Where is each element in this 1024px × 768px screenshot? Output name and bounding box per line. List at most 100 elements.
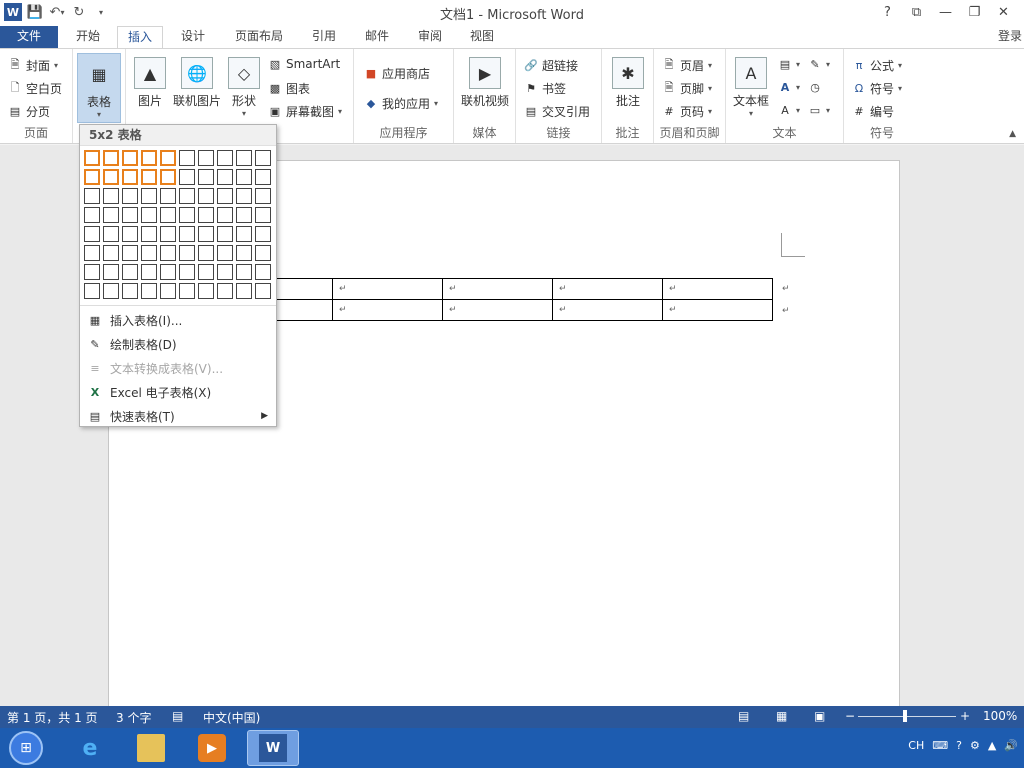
grid-cell[interactable] (84, 245, 100, 261)
table-button[interactable]: ▦ 表格 ▾ (77, 53, 121, 123)
grid-cell[interactable] (255, 169, 271, 185)
page-count[interactable]: 第 1 页，共 1 页 (7, 709, 98, 726)
grid-cell[interactable] (217, 264, 233, 280)
grid-cell[interactable] (179, 169, 195, 185)
blank-page-button[interactable]: 🗋 空白页 (8, 80, 62, 97)
tab-design[interactable]: 设计 (170, 26, 216, 48)
shapes-button[interactable]: ◇ 形状 ▾ (226, 57, 262, 118)
textbox-button[interactable]: A 文本框 ▾ (730, 57, 772, 118)
grid-cell[interactable] (160, 188, 176, 204)
grid-cell[interactable] (141, 207, 157, 223)
grid-cell[interactable] (103, 169, 119, 185)
grid-cell[interactable] (103, 283, 119, 299)
zoom-out-icon[interactable]: − (845, 709, 855, 723)
pictures-button[interactable]: ▲ 图片 (132, 57, 168, 109)
grid-cell[interactable] (198, 207, 214, 223)
table-cell[interactable]: ↵ (332, 278, 443, 300)
grid-cell[interactable] (255, 226, 271, 242)
document-table[interactable]: ↵↵↵↵↵↵↵↵↵↵ (224, 278, 773, 321)
explorer-taskbar-button[interactable] (125, 730, 177, 766)
grid-cell[interactable] (84, 188, 100, 204)
online-pictures-button[interactable]: 🌐 联机图片 (172, 57, 222, 109)
language-bar[interactable]: CH (908, 739, 924, 752)
table-cell[interactable]: ↵ (552, 278, 663, 300)
my-apps-button[interactable]: ◆ 我的应用 ▾ (364, 95, 438, 112)
grid-cell[interactable] (141, 283, 157, 299)
grid-cell[interactable] (236, 150, 252, 166)
grid-cell[interactable] (255, 207, 271, 223)
zoom-slider-thumb[interactable] (903, 710, 907, 722)
grid-cell[interactable] (179, 207, 195, 223)
object-button[interactable]: ▭ ▾ (808, 103, 830, 117)
print-layout-icon[interactable]: ▦ (776, 709, 787, 723)
grid-cell[interactable] (236, 264, 252, 280)
cover-page-button[interactable]: 🗎 封面 ▾ (8, 57, 58, 74)
grid-cell[interactable] (141, 226, 157, 242)
grid-cell[interactable] (141, 150, 157, 166)
grid-cell[interactable] (160, 245, 176, 261)
menu-item[interactable]: ▦ 插入表格(I)... (80, 309, 276, 331)
grid-cell[interactable] (198, 264, 214, 280)
grid-cell[interactable] (255, 283, 271, 299)
comment-button[interactable]: ✱ 批注 (610, 57, 646, 109)
show-hidden-icons[interactable]: ▲ (988, 739, 996, 752)
grid-cell[interactable] (179, 245, 195, 261)
grid-cell[interactable] (160, 264, 176, 280)
grid-cell[interactable] (122, 245, 138, 261)
footer-button[interactable]: 🗎 页脚 ▾ (662, 80, 712, 97)
grid-cell[interactable] (236, 226, 252, 242)
grid-cell[interactable] (255, 150, 271, 166)
ribbon-display-button[interactable]: ⧉ (902, 2, 931, 22)
menu-item[interactable]: ▤ 快速表格(T) ▶ (80, 405, 276, 427)
start-button[interactable]: ⊞ (6, 730, 46, 766)
grid-cell[interactable] (236, 283, 252, 299)
grid-cell[interactable] (160, 207, 176, 223)
menu-item[interactable]: X Excel 电子表格(X) (80, 381, 276, 403)
app-store-button[interactable]: ■ 应用商店 (364, 65, 430, 82)
grid-cell[interactable] (179, 264, 195, 280)
grid-cell[interactable] (236, 245, 252, 261)
grid-cell[interactable] (160, 150, 176, 166)
hyperlink-button[interactable]: 🔗 超链接 (524, 57, 578, 74)
table-cell[interactable]: ↵ (332, 299, 443, 321)
grid-cell[interactable] (236, 207, 252, 223)
tab-view[interactable]: 视图 (460, 26, 504, 48)
zoom-in-icon[interactable]: + (960, 709, 970, 723)
symbol-button[interactable]: Ω 符号 ▾ (852, 80, 902, 97)
grid-cell[interactable] (217, 188, 233, 204)
keyboard-icon[interactable]: ⌨ (932, 739, 948, 752)
word-count[interactable]: 3 个字 (116, 709, 151, 726)
grid-cell[interactable] (198, 169, 214, 185)
volume-icon[interactable]: 🔊 (1004, 739, 1018, 752)
grid-cell[interactable] (141, 264, 157, 280)
table-cell[interactable]: ↵ (442, 278, 553, 300)
help-icon[interactable]: ? (956, 739, 962, 752)
signature-line-button[interactable]: ✎ ▾ (808, 57, 830, 71)
smartart-button[interactable]: ▧ SmartArt (268, 57, 340, 71)
drop-cap-button[interactable]: A ▾ (778, 103, 800, 117)
page-number-button[interactable]: # 页码 ▾ (662, 103, 712, 120)
collapse-ribbon-icon[interactable]: ▲ (1009, 129, 1016, 139)
proofing-icon[interactable]: ▤ (172, 709, 183, 723)
grid-cell[interactable] (141, 245, 157, 261)
grid-cell[interactable] (198, 188, 214, 204)
help-button[interactable]: ? (873, 2, 902, 22)
cross-reference-button[interactable]: ▤ 交叉引用 (524, 103, 590, 120)
grid-cell[interactable] (103, 264, 119, 280)
tab-review[interactable]: 审阅 (408, 26, 452, 48)
tab-mailings[interactable]: 邮件 (355, 26, 399, 48)
tab-file[interactable]: 文件 (0, 26, 58, 48)
grid-cell[interactable] (84, 207, 100, 223)
grid-cell[interactable] (84, 283, 100, 299)
table-cell[interactable]: ↵ (662, 299, 773, 321)
grid-cell[interactable] (103, 150, 119, 166)
grid-cell[interactable] (141, 169, 157, 185)
grid-cell[interactable] (84, 226, 100, 242)
number-button[interactable]: # 编号 (852, 103, 894, 120)
tab-layout[interactable]: 页面布局 (228, 26, 290, 48)
language-indicator[interactable]: 中文(中国) (203, 709, 260, 726)
grid-cell[interactable] (217, 207, 233, 223)
grid-cell[interactable] (179, 188, 195, 204)
grid-cell[interactable] (236, 188, 252, 204)
tab-home[interactable]: 开始 (66, 26, 110, 48)
